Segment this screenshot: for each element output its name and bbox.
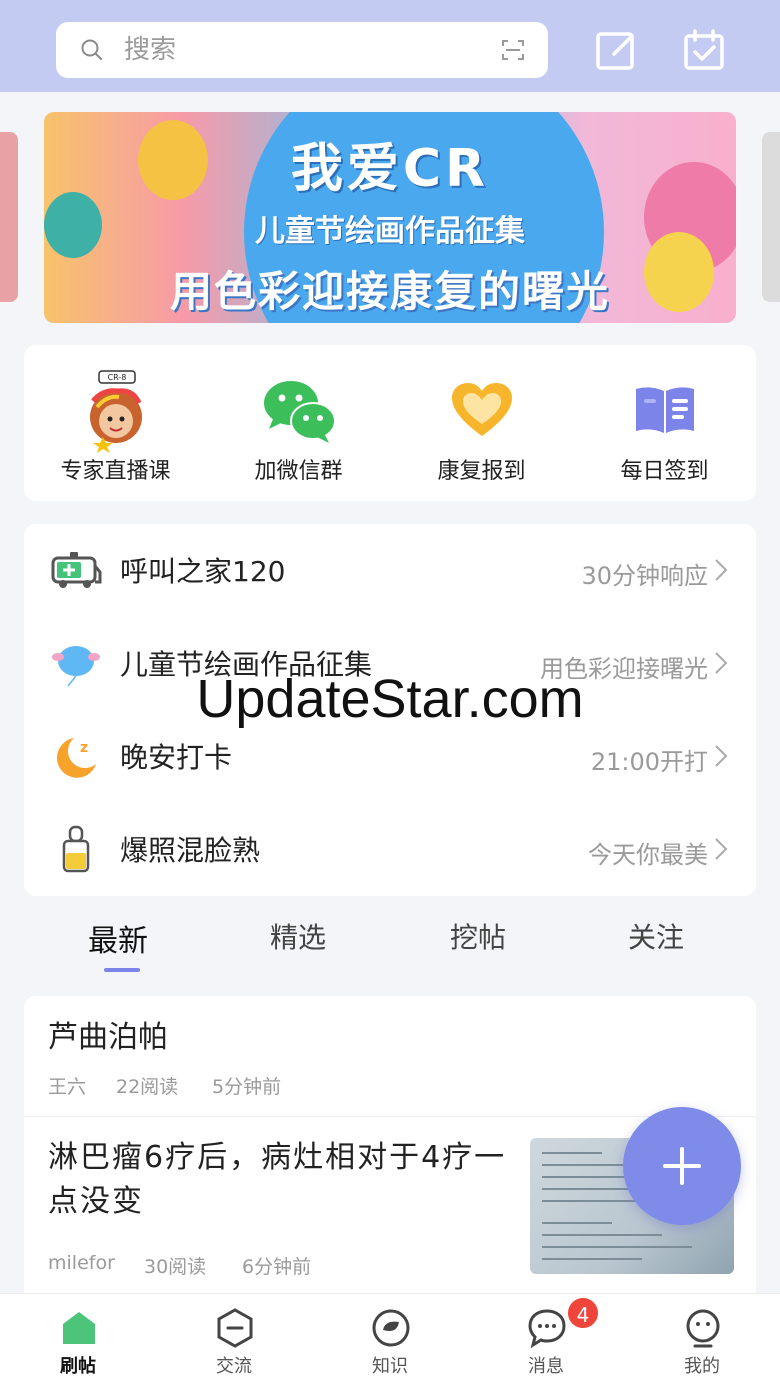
list-item-subtitle: 用色彩迎接曙光 <box>540 655 708 683</box>
calendar-check-icon[interactable] <box>682 28 726 72</box>
moon-icon: z <box>56 738 96 778</box>
divider <box>24 1116 756 1117</box>
lipstick-icon <box>62 825 90 873</box>
active-tab-indicator <box>104 968 140 972</box>
book-icon <box>622 367 708 453</box>
chat-hex-icon <box>217 1308 253 1348</box>
list-item-subtitle: 今天你最美 <box>588 841 708 869</box>
chevron-right-icon <box>715 559 728 581</box>
post-author[interactable]: milefor <box>48 1252 115 1274</box>
nav-label: 刷帖 <box>60 1356 96 1377</box>
list-item-title: 晚安打卡 <box>120 741 233 774</box>
balloon-icon <box>52 646 100 687</box>
chevron-right-icon <box>715 745 728 767</box>
banner-slogan: 用色彩迎接康复的曙光 <box>169 267 610 316</box>
banner-subtitle: 儿童节绘画作品征集 <box>255 214 525 249</box>
list-item-subtitle: 21:00开打 <box>590 748 708 776</box>
top-bar: 搜索 <box>0 0 780 92</box>
post-title[interactable]: 芦曲泊帕 <box>48 1012 168 1056</box>
post-author[interactable]: 王六 <box>48 1072 86 1099</box>
svg-text:z: z <box>80 740 88 756</box>
nav-home[interactable]: 刷帖 <box>0 1294 156 1387</box>
banner-next-peek[interactable] <box>762 132 780 302</box>
expert-live-icon: CR-8 <box>73 367 159 453</box>
post-time: 5分钟前 <box>212 1076 282 1098</box>
list-item-title: 呼叫之家120 <box>120 555 286 588</box>
list-item-subtitle: 30分钟响应 <box>581 562 708 590</box>
heart-icon <box>439 367 525 453</box>
banner-prev-peek[interactable] <box>0 132 18 302</box>
nav-exchange[interactable]: 交流 <box>156 1294 312 1387</box>
nav-messages[interactable]: 消息 <box>468 1294 624 1387</box>
list-item-title: 儿童节绘画作品征集 <box>120 648 373 681</box>
nav-profile[interactable]: 我的 <box>624 1294 780 1387</box>
ambulance-icon <box>51 552 102 588</box>
bottom-nav: 刷帖 交流 知识 消息 我的 <box>0 1293 780 1387</box>
search-icon <box>81 39 102 60</box>
shortcut-label: 专家直播课 <box>60 459 171 484</box>
svg-text:CR-8: CR-8 <box>107 373 126 382</box>
tab-featured[interactable]: 精选 <box>270 916 326 956</box>
list-item-title: 爆照混脸熟 <box>120 834 261 867</box>
promo-banner[interactable]: 我爱CR 儿童节绘画作品征集 用色彩迎接康复的曙光 <box>44 112 736 323</box>
search-bar[interactable]: 搜索 <box>56 22 548 78</box>
shortcut-wechat-group[interactable]: 加微信群 <box>207 345 390 501</box>
wechat-icon <box>256 367 342 453</box>
shortcut-daily-signin[interactable]: 每日签到 <box>573 345 756 501</box>
shortcut-label: 每日签到 <box>620 459 709 484</box>
shortcut-label: 康复报到 <box>437 459 526 484</box>
post-time: 6分钟前 <box>242 1256 312 1278</box>
message-icon <box>528 1309 566 1348</box>
post-reads: 30阅读 <box>144 1256 207 1278</box>
chevron-right-icon <box>715 652 728 674</box>
search-input[interactable]: 搜索 <box>124 34 176 66</box>
scan-icon[interactable] <box>502 39 524 61</box>
compose-icon[interactable] <box>594 28 638 72</box>
shortcut-grid: CR-8 专家直播课 加微信群 康复报到 每日签到 <box>24 345 756 501</box>
list-item-goodnight[interactable]: z 晚安打卡 21:00开打 <box>24 710 756 803</box>
banner-title: 我爱CR <box>290 139 490 199</box>
list-item-selfie[interactable]: 爆照混脸熟 今天你最美 <box>24 803 756 896</box>
nav-label: 知识 <box>372 1356 408 1377</box>
nav-label: 交流 <box>216 1356 252 1377</box>
activity-list: 呼叫之家120 30分钟响应 儿童节绘画作品征集 用色彩迎接曙光 z 晚安打卡 … <box>24 524 756 896</box>
nav-knowledge[interactable]: 知识 <box>312 1294 468 1387</box>
list-item-emergency[interactable]: 呼叫之家120 30分钟响应 <box>24 524 756 617</box>
list-item-drawing-contest[interactable]: 儿童节绘画作品征集 用色彩迎接曙光 <box>24 617 756 710</box>
message-badge: 4 <box>566 1296 600 1330</box>
tab-latest[interactable]: 最新 <box>88 916 148 960</box>
tab-following[interactable]: 关注 <box>628 916 684 956</box>
post-reads: 22阅读 <box>116 1076 179 1098</box>
shortcut-expert-live[interactable]: CR-8 专家直播课 <box>24 345 207 501</box>
nav-label: 我的 <box>684 1356 720 1377</box>
home-icon <box>63 1312 95 1344</box>
shortcut-label: 加微信群 <box>254 459 343 484</box>
post-title[interactable]: 淋巴瘤6疗后，病灶相对于4疗一点没变 <box>48 1136 518 1224</box>
tab-dig[interactable]: 挖帖 <box>450 916 506 956</box>
chevron-right-icon <box>715 838 728 860</box>
profile-icon <box>686 1309 720 1348</box>
new-post-button[interactable] <box>623 1107 741 1225</box>
knowledge-icon <box>372 1309 410 1347</box>
shortcut-rehab-checkin[interactable]: 康复报到 <box>390 345 573 501</box>
nav-label: 消息 <box>528 1356 564 1377</box>
